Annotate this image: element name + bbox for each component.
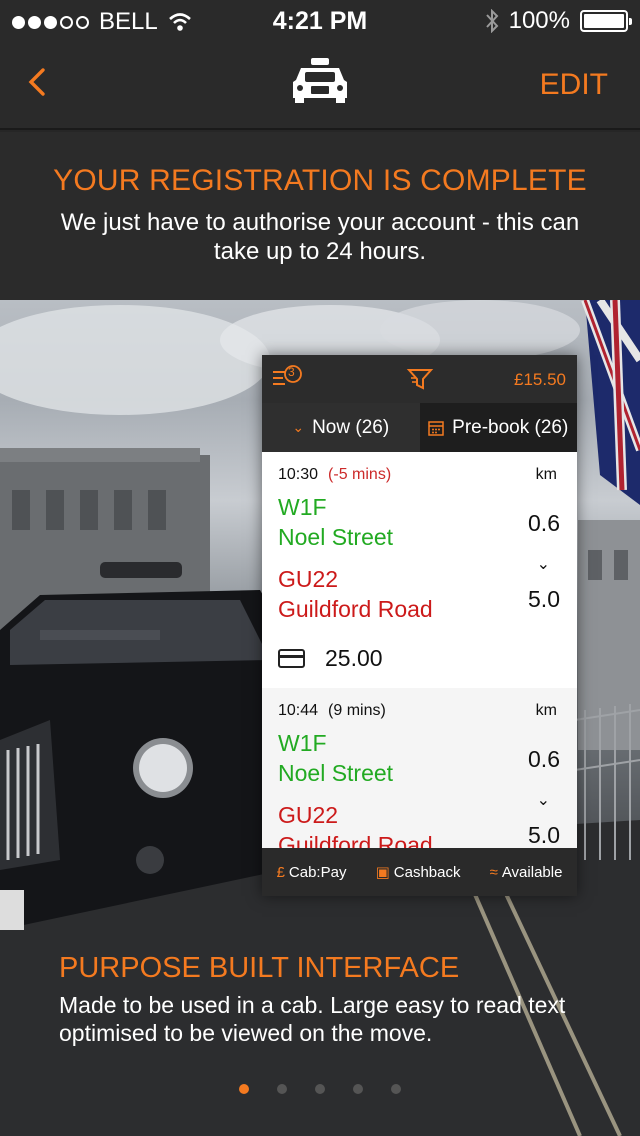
filter-icon[interactable]: [406, 366, 434, 392]
job-delta: (-5 mins): [328, 466, 392, 483]
page-indicator: [0, 1084, 640, 1094]
pound-icon: £: [276, 863, 285, 881]
nav-bar: EDIT: [0, 40, 640, 130]
job-tabs: ⌄ Now (26) Pre-book (26): [262, 403, 577, 452]
pickup-distance: 0.6: [528, 746, 560, 772]
cashback-button[interactable]: ▣ Cashback: [376, 863, 461, 881]
dropoff-location: GU22 Guildford Road: [278, 800, 561, 848]
taxi-logo-icon: [293, 58, 347, 103]
page-dot[interactable]: [315, 1084, 325, 1094]
job-list: 10:30 (-5 mins) km W1F Noel Street 0.6 ⌄ …: [262, 452, 577, 848]
registration-message: We just have to authorise your account -…: [60, 209, 580, 265]
calendar-icon: [428, 420, 444, 436]
job-time: 10:30 (-5 mins): [278, 466, 392, 483]
pickup-location: W1F Noel Street: [278, 728, 561, 788]
pickup-location: W1F Noel Street: [278, 492, 561, 552]
available-toggle[interactable]: ≈ Available: [490, 864, 563, 881]
chevron-down-icon: ⌄: [536, 792, 550, 809]
feature-heading: PURPOSE BUILT INTERFACE: [59, 952, 460, 984]
tab-prebook-label: Pre-book (26): [452, 416, 569, 438]
wifi-signal-icon: ≈: [489, 863, 498, 881]
feature-caption: PURPOSE BUILT INTERFACE Made to be used …: [59, 952, 619, 1047]
feature-description: Made to be used in a cab. Large easy to …: [59, 992, 566, 1046]
chevron-down-icon: ⌄: [536, 556, 550, 573]
tab-prebook[interactable]: Pre-book (26): [419, 403, 577, 452]
pickup-distance: 0.6: [528, 510, 560, 536]
mockup-footer: £ Cab:Pay ▣ Cashback ≈ Available: [262, 848, 577, 896]
dropoff-street: Guildford Road: [278, 596, 433, 622]
dropoff-street: Guildford Road: [278, 832, 433, 848]
mockup-header: 3 £15.50: [262, 355, 577, 403]
pickup-code: W1F: [278, 494, 327, 520]
balance-amount: £15.50: [514, 370, 566, 389]
tab-now-label: Now (26): [312, 416, 390, 438]
pickup-street: Noel Street: [278, 760, 394, 786]
page-dot[interactable]: [353, 1084, 363, 1094]
edit-button[interactable]: EDIT: [540, 68, 608, 102]
registration-heading: YOUR REGISTRATION IS COMPLETE: [53, 164, 587, 197]
credit-card-icon: [278, 649, 305, 668]
tab-now[interactable]: ⌄ Now (26): [262, 403, 420, 452]
queue-badge: 3: [288, 365, 295, 379]
job-delta: (9 mins): [328, 702, 386, 719]
battery-percent: 100%: [508, 7, 570, 34]
page-dot[interactable]: [239, 1084, 249, 1094]
page-dot[interactable]: [391, 1084, 401, 1094]
pickup-street: Noel Street: [278, 524, 394, 550]
battery-icon: [580, 10, 632, 32]
chevron-down-double-icon: ⌄: [292, 419, 305, 435]
dropoff-code: GU22: [278, 802, 339, 828]
pickup-code: W1F: [278, 730, 327, 756]
dropoff-location: GU22 Guildford Road: [278, 564, 561, 624]
dropoff-distance: 5.0: [528, 822, 560, 848]
distance-unit: km: [535, 466, 557, 483]
bluetooth-icon: [485, 9, 498, 33]
job-fare: 25.00: [278, 645, 383, 672]
cabpay-button[interactable]: £ Cab:Pay: [277, 864, 347, 881]
job-card[interactable]: 10:30 (-5 mins) km W1F Noel Street 0.6 ⌄ …: [262, 452, 577, 688]
dropoff-code: GU22: [278, 566, 339, 592]
hero-carousel-slide[interactable]: 3 £15.50 ⌄ Now (26) Pre-book (26) 10:30 …: [0, 300, 640, 1136]
job-card[interactable]: 10:44 (9 mins) km W1F Noel Street 0.6 ⌄ G…: [262, 688, 577, 848]
status-bar: BELL 4:21 PM 100%: [0, 0, 640, 40]
registration-banner: YOUR REGISTRATION IS COMPLETE We just ha…: [0, 132, 640, 300]
distance-unit: km: [535, 702, 557, 719]
driver-app-mockup: 3 £15.50 ⌄ Now (26) Pre-book (26) 10:30 …: [262, 355, 577, 896]
fare-amount: 25.00: [325, 645, 383, 671]
gift-icon: ▣: [375, 864, 390, 881]
back-chevron-icon[interactable]: [22, 62, 52, 102]
job-time: 10:44 (9 mins): [278, 702, 386, 719]
dropoff-distance: 5.0: [528, 586, 560, 612]
page-dot[interactable]: [277, 1084, 287, 1094]
